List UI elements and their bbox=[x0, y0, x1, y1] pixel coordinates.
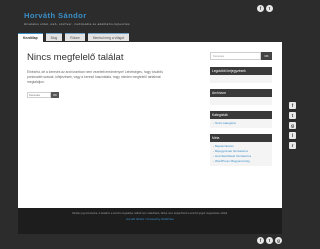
site-footer: Minden jog fenntartva. A tartalom a szer… bbox=[18, 208, 282, 234]
social-bottom: f t g bbox=[257, 237, 282, 244]
meta-link-label: Hozzászólások hírcsatorna bbox=[215, 154, 252, 158]
rss-icon[interactable]: r bbox=[289, 142, 296, 149]
widget-title: Archívum bbox=[210, 89, 272, 97]
sidebar-search-input[interactable]: Keresés bbox=[210, 52, 261, 60]
content-area: Nincs megfelelő találat Elnézést, de a k… bbox=[18, 42, 282, 208]
twitter-icon[interactable]: t bbox=[289, 112, 296, 119]
sidebar: Keresés OK Legutóbbi bejegyzések Archívu… bbox=[210, 52, 272, 172]
category-link[interactable]: ›Nincs kategória bbox=[213, 121, 269, 126]
facebook-icon[interactable]: f bbox=[257, 5, 264, 12]
twitter-icon[interactable]: t bbox=[266, 5, 273, 12]
sidebar-search-form: Keresés OK bbox=[210, 52, 272, 60]
category-link-label: Nincs kategória bbox=[215, 121, 236, 125]
meta-link-wordpress[interactable]: ›WordPress Magyarország bbox=[213, 159, 269, 164]
widget-title: Legutóbbi bejegyzések bbox=[210, 67, 272, 75]
widget-body bbox=[210, 75, 272, 83]
page-title: Nincs megfelelő találat bbox=[27, 52, 124, 63]
tab-home[interactable]: Kezdőlap bbox=[18, 33, 43, 42]
meta-link-label: Bejelentkezés bbox=[215, 144, 234, 148]
google-plus-icon[interactable]: g bbox=[289, 122, 296, 129]
bullet-icon: › bbox=[213, 149, 214, 153]
bullet-icon: › bbox=[213, 154, 214, 158]
widget-body: ›Nincs kategória bbox=[210, 119, 272, 128]
google-plus-icon[interactable]: g bbox=[275, 237, 282, 244]
site-branding: Horváth Sándor Hivatalos oldal, web, szo… bbox=[24, 11, 130, 26]
twitter-icon[interactable]: t bbox=[266, 237, 273, 244]
widget-recent-posts: Legutóbbi bejegyzések bbox=[210, 67, 272, 83]
site-title[interactable]: Horváth Sándor bbox=[24, 11, 130, 20]
widget-categories: Kategóriák ›Nincs kategória bbox=[210, 111, 272, 128]
tab-save-world[interactable]: Mentsd meg a világot bbox=[87, 33, 130, 41]
bullet-icon: › bbox=[213, 144, 214, 148]
widget-body: ›Bejelentkezés ›Bejegyzések hírcsatorna … bbox=[210, 142, 272, 166]
footer-credit[interactable]: Horváth Sándor • Powered by WordPress bbox=[18, 218, 282, 221]
meta-link-label: Bejegyzések hírcsatorna bbox=[215, 149, 248, 153]
footer-text: Minden jog fenntartva. A tartalom a szer… bbox=[72, 212, 228, 215]
tab-blog[interactable]: Blog bbox=[45, 33, 63, 41]
content-search-form: OK bbox=[27, 91, 197, 98]
tab-about[interactable]: Rólam bbox=[65, 33, 85, 41]
content-search-input[interactable] bbox=[27, 91, 51, 98]
widget-meta: Meta ›Bejelentkezés ›Bejegyzések hírcsat… bbox=[210, 134, 272, 166]
social-top: f t bbox=[257, 5, 273, 12]
no-results-notice: Elnézést, de a keresés az archívumban ne… bbox=[27, 70, 164, 85]
site-tagline: Hivatalos oldal, web, szoftver, multiméd… bbox=[24, 22, 130, 26]
bullet-icon: › bbox=[213, 159, 214, 163]
content-search-button[interactable]: OK bbox=[51, 91, 59, 98]
facebook-icon[interactable]: f bbox=[257, 237, 264, 244]
bullet-icon: › bbox=[213, 121, 214, 125]
facebook-icon[interactable]: f bbox=[289, 102, 296, 109]
widget-archive: Archívum bbox=[210, 89, 272, 105]
social-side: f t g l r bbox=[289, 102, 296, 149]
sidebar-search-button[interactable]: OK bbox=[261, 52, 272, 60]
meta-link-label: WordPress Magyarország bbox=[215, 159, 250, 163]
widget-title: Kategóriák bbox=[210, 111, 272, 119]
main-nav: Kezdőlap Blog Rólam Mentsd meg a világot bbox=[18, 33, 130, 42]
widget-title: Meta bbox=[210, 134, 272, 142]
linkedin-icon[interactable]: l bbox=[289, 132, 296, 139]
widget-body bbox=[210, 97, 272, 105]
main-column: Nincs megfelelő találat Elnézést, de a k… bbox=[27, 52, 197, 98]
